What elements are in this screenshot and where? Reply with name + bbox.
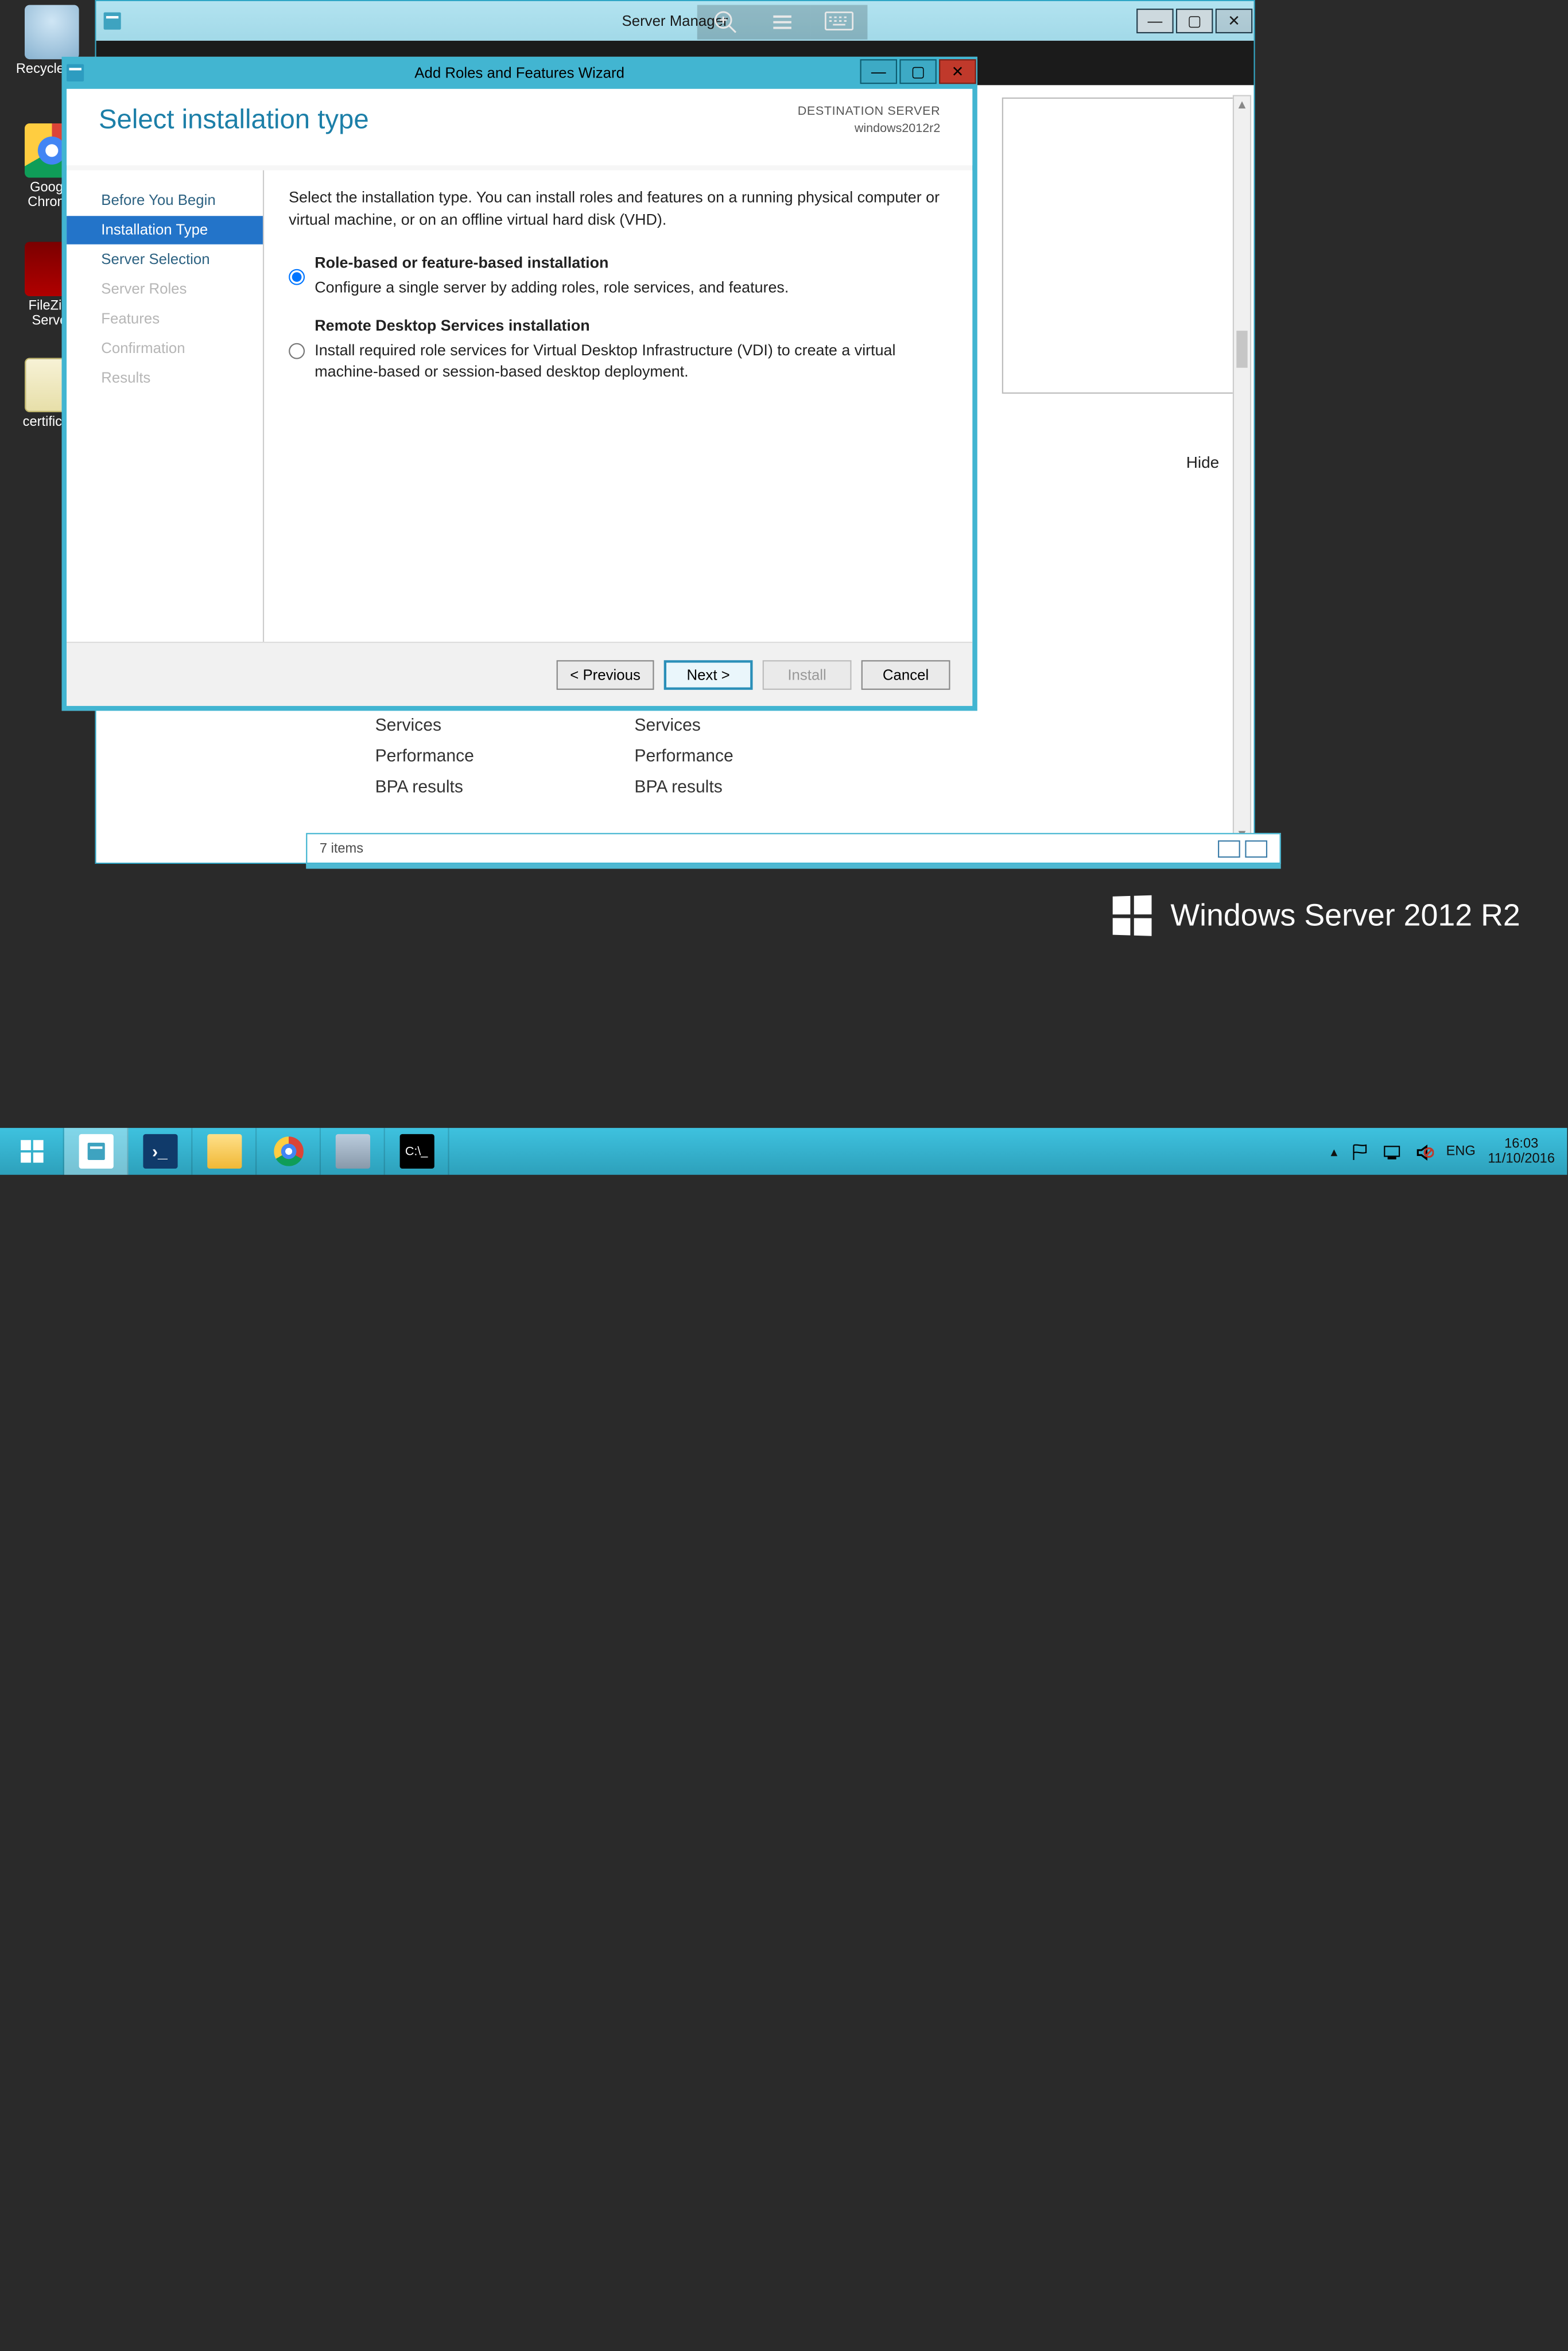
destination-label: DESTINATION SERVER [798,104,941,121]
tray-clock[interactable]: 16:03 11/10/2016 [1488,1136,1555,1166]
tile-bpa[interactable]: BPA results [634,771,733,802]
keyboard-button[interactable] [811,5,868,40]
destination-server: windows2012r2 [798,121,941,138]
radio-role-based[interactable] [289,255,305,298]
install-button: Install [763,659,852,689]
wizard-content: Select the installation type. You can in… [264,170,972,642]
watermark-text: Windows Server 2012 R2 [1170,898,1520,933]
tile-performance[interactable]: Performance [375,740,474,771]
role-tile-left: Services Performance BPA results [375,709,474,802]
wizard-header: Select installation type DESTINATION SER… [67,89,972,165]
wizard-step-list: Before You Begin Installation Type Serve… [67,170,264,642]
powershell-icon: ›_ [142,1134,177,1169]
minimize-button[interactable]: — [1136,9,1174,33]
option-rds-desc: Install required role services for Virtu… [315,340,948,383]
server-manager-icon [79,1134,113,1169]
tile-bpa[interactable]: BPA results [375,771,474,802]
wizard-icon [62,64,89,82]
windows-logo-icon [1112,895,1151,936]
maximize-button[interactable]: ▢ [899,59,937,84]
tray-time: 16:03 [1488,1136,1555,1151]
file-explorer-icon [207,1134,241,1169]
tile-services[interactable]: Services [375,709,474,740]
cancel-button[interactable]: Cancel [861,659,950,689]
wizard-title: Add Roles and Features Wizard [62,64,977,82]
cmd-icon: C:\_ [399,1134,434,1169]
maximize-button[interactable]: ▢ [1176,9,1213,33]
server-manager-icon [96,13,129,30]
wizard-footer: < Previous Next > Install Cancel [67,642,972,706]
next-button[interactable]: Next > [664,659,753,689]
explorer-status-bar: 7 items [306,833,1281,864]
radio-rds[interactable] [289,319,305,383]
view-details-icon[interactable] [1218,840,1240,857]
step-server-selection[interactable]: Server Selection [81,246,263,274]
option-rds-title: Remote Desktop Services installation [315,317,589,335]
taskbar-file-explorer[interactable] [192,1128,257,1175]
add-roles-wizard: Add Roles and Features Wizard — ▢ ✕ Sele… [62,57,977,711]
tile-performance[interactable]: Performance [634,740,733,771]
hamburger-menu-button[interactable] [754,5,811,40]
windows-watermark: Windows Server 2012 R2 [1111,896,1520,936]
recycle-bin-icon [25,5,79,60]
wizard-intro-text: Select the installation type. You can in… [289,188,948,231]
start-button[interactable] [0,1128,64,1175]
role-tile-right: Services Performance BPA results [634,709,733,802]
tray-overflow-icon[interactable]: ▴ [1331,1143,1338,1159]
option-rds[interactable]: Remote Desktop Services installation Ins… [289,316,948,383]
generic-app-icon [335,1134,370,1169]
network-icon[interactable] [1382,1143,1402,1160]
hide-link[interactable]: Hide [1186,453,1220,471]
minimize-button[interactable]: — [860,59,898,84]
wizard-titlebar[interactable]: Add Roles and Features Wizard — ▢ ✕ [62,57,977,89]
tray-language[interactable]: ENG [1446,1144,1476,1159]
taskbar-chrome[interactable] [257,1128,321,1175]
wizard-heading: Select installation type [99,104,369,136]
chrome-icon [271,1134,305,1169]
flag-icon[interactable] [1350,1143,1369,1160]
server-manager-titlebar[interactable]: Server Manager — ▢ ✕ [96,1,1254,41]
tile-services[interactable]: Services [634,709,733,740]
volume-muted-icon[interactable] [1414,1143,1434,1160]
explorer-item-count: 7 items [320,841,363,856]
scroll-thumb[interactable] [1236,331,1247,368]
option-role-based-desc: Configure a single server by adding role… [315,277,948,299]
step-confirmation: Confirmation [81,335,263,363]
system-tray: ▴ ENG 16:03 11/10/2016 [1318,1128,1567,1175]
step-results: Results [81,364,263,392]
tray-date: 11/10/2016 [1488,1151,1555,1166]
taskbar: ›_ C:\_ ▴ ENG 16:03 [0,1128,1567,1175]
close-button[interactable]: ✕ [1216,9,1253,33]
step-server-roles: Server Roles [81,275,263,303]
taskbar-generic-app[interactable] [321,1128,385,1175]
taskbar-server-manager[interactable] [64,1128,129,1175]
zoom-in-button[interactable] [697,5,754,40]
previous-button[interactable]: < Previous [557,659,654,689]
option-role-based-title: Role-based or feature-based installation [315,254,608,271]
taskbar-cmd[interactable]: C:\_ [385,1128,449,1175]
step-before-you-begin[interactable]: Before You Begin [81,187,263,215]
server-manager-title: Server Manager [96,13,1254,30]
welcome-tile-box [1002,98,1237,394]
scrollbar[interactable]: ▲ ▼ [1233,95,1251,845]
step-installation-type[interactable]: Installation Type [67,216,263,244]
scroll-up-icon[interactable]: ▲ [1234,96,1250,115]
view-tiles-icon[interactable] [1245,840,1267,857]
taskbar-powershell[interactable]: ›_ [129,1128,193,1175]
step-features: Features [81,305,263,333]
option-role-based[interactable]: Role-based or feature-based installation… [289,253,948,299]
close-button[interactable]: ✕ [939,59,976,84]
